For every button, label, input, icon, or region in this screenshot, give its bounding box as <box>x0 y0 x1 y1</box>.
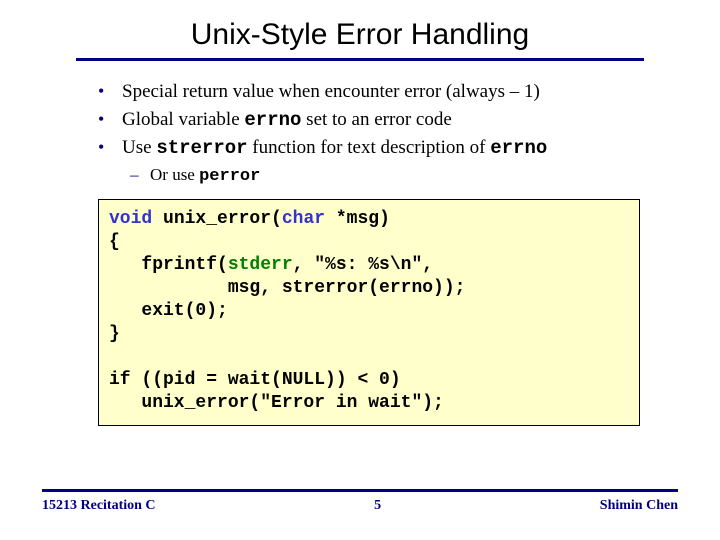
bullet-text: set to an error code <box>301 109 451 130</box>
bullet-item: Use strerror function for text descripti… <box>98 135 640 162</box>
bullet-item: Global variable errno set to an error co… <box>98 107 640 134</box>
sub-bullet-item: Or use perror <box>98 164 640 189</box>
code-text: *msg) <box>325 209 390 229</box>
slide-title: Unix-Style Error Handling <box>76 18 644 61</box>
code-text: unix_error( <box>152 209 282 229</box>
keyword: void <box>109 209 152 229</box>
slide: Unix-Style Error Handling Special return… <box>0 0 720 540</box>
code-text: , "%s: %s\n", <box>293 255 433 275</box>
footer-right: Shimin Chen <box>600 498 678 514</box>
slide-footer: 15213 Recitation C 5 Shimin Chen <box>0 489 720 514</box>
code-inline: errno <box>490 137 547 159</box>
code-block: void unix_error(char *msg) { fprintf(std… <box>98 199 640 426</box>
code-text: } <box>109 324 120 344</box>
footer-divider <box>42 489 678 492</box>
identifier: stderr <box>228 255 293 275</box>
code-text: if ((pid = wait(NULL)) < 0) <box>109 370 401 390</box>
code-text: { <box>109 232 120 252</box>
bullet-text: Global variable <box>122 109 244 130</box>
code-text: fprintf( <box>109 255 228 275</box>
bullet-list: Special return value when encounter erro… <box>38 79 682 189</box>
bullet-text: Use <box>122 137 156 158</box>
code-text: msg, strerror(errno)); <box>109 278 465 298</box>
bullet-item: Special return value when encounter erro… <box>98 79 640 105</box>
bullet-text: Special return value when encounter erro… <box>122 81 540 102</box>
code-text: exit(0); <box>109 301 228 321</box>
code-inline: strerror <box>156 137 247 159</box>
code-inline: perror <box>199 167 260 186</box>
bullet-text: function for text description of <box>248 137 491 158</box>
code-inline: errno <box>244 109 301 131</box>
keyword: char <box>282 209 325 229</box>
code-text: unix_error("Error in wait"); <box>109 393 444 413</box>
footer-page-number: 5 <box>374 498 381 514</box>
footer-left: 15213 Recitation C <box>42 498 156 514</box>
bullet-text: Or use <box>150 165 199 184</box>
footer-row: 15213 Recitation C 5 Shimin Chen <box>42 498 678 514</box>
